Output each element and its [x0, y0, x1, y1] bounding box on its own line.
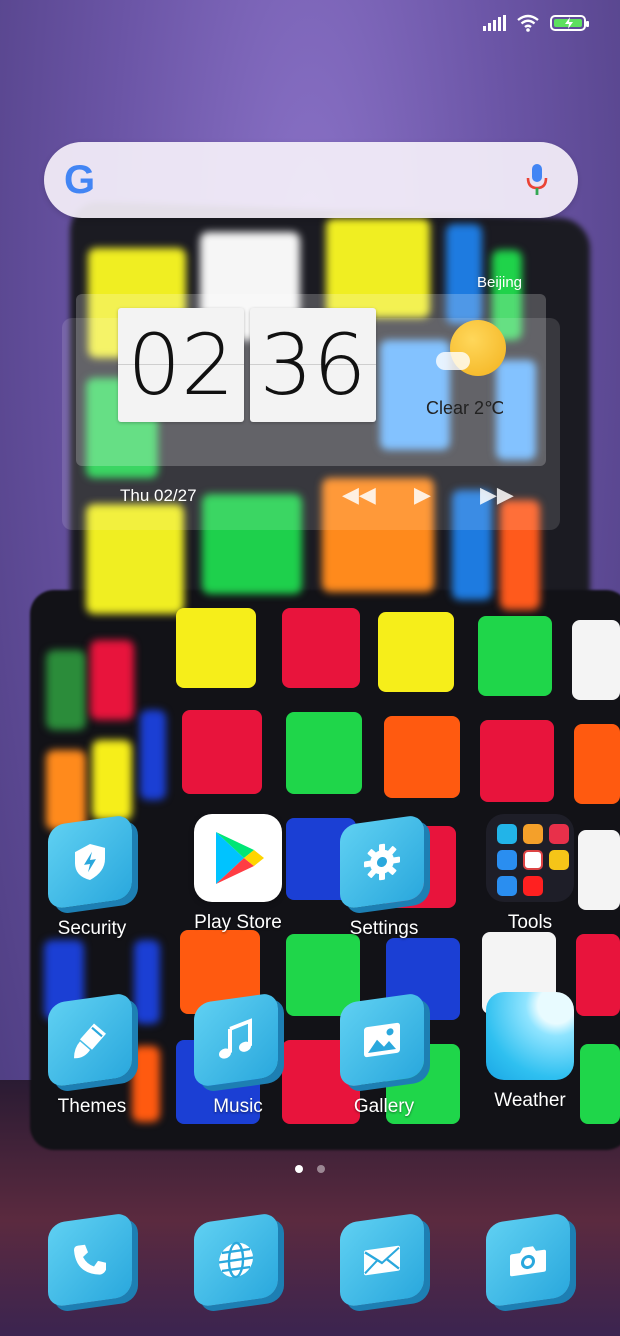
app-play-store[interactable]: Play Store — [178, 814, 298, 934]
page-dot[interactable] — [317, 1165, 326, 1173]
app-label: Gallery — [353, 1096, 415, 1117]
weather-icon — [486, 992, 574, 1080]
folder-tools[interactable]: Tools — [470, 814, 590, 934]
phone-icon — [74, 1244, 106, 1275]
app-settings[interactable]: Settings — [324, 814, 444, 940]
page-indicator — [0, 1160, 620, 1178]
play-store-icon — [216, 832, 264, 884]
app-gallery[interactable]: Gallery — [324, 992, 444, 1118]
app-label: Weather — [494, 1090, 566, 1111]
mail-icon — [364, 1245, 400, 1276]
city-label: Beijing — [476, 274, 522, 291]
app-security[interactable]: Security — [32, 814, 152, 940]
date-label: Thu 02/27 — [120, 486, 197, 505]
weather-text: Clear 2℃ — [426, 398, 505, 418]
app-label: Tools — [507, 912, 553, 933]
app-themes[interactable]: Themes — [32, 992, 152, 1118]
next-track-button[interactable]: ▶▶ — [480, 482, 514, 508]
clock-weather-widget[interactable]: Beijing 02 36 Clear 2℃ Thu 02/27 ◀◀ ▶ ▶▶ — [62, 274, 560, 530]
folder-icon — [486, 814, 574, 902]
previous-track-button[interactable]: ◀◀ — [342, 482, 376, 508]
browser-globe-icon — [219, 1241, 253, 1279]
app-label: Settings — [349, 918, 419, 939]
app-label: Music — [213, 1096, 263, 1117]
dock-phone[interactable] — [32, 1212, 152, 1308]
signal-icon — [483, 15, 506, 31]
app-weather[interactable]: Weather — [470, 992, 590, 1112]
app-music[interactable]: Music — [178, 992, 298, 1118]
clock-minute: 36 — [250, 308, 376, 422]
app-label: Security — [57, 918, 127, 939]
dock-browser[interactable] — [178, 1212, 298, 1308]
shield-icon — [75, 844, 105, 880]
music-note-icon — [219, 1018, 252, 1059]
google-logo: G — [64, 158, 96, 202]
status-bar — [483, 14, 589, 32]
app-label: Themes — [57, 1096, 127, 1117]
dock-camera[interactable] — [470, 1212, 590, 1308]
gear-icon — [364, 843, 400, 881]
wifi-icon — [517, 14, 539, 32]
widget-panel: Beijing 02 36 Clear 2℃ — [76, 274, 546, 466]
google-search-bar[interactable]: G — [44, 142, 578, 218]
app-label: Play Store — [194, 912, 282, 933]
dock-mail[interactable] — [324, 1212, 444, 1308]
battery-charging-icon — [550, 15, 589, 31]
mic-icon[interactable] — [526, 164, 548, 196]
cloud-icon — [436, 352, 470, 370]
image-icon — [364, 1022, 400, 1058]
page-dot-active[interactable] — [294, 1165, 303, 1173]
clock-hour: 02 — [118, 308, 244, 422]
brush-icon — [74, 1023, 106, 1059]
camera-icon — [510, 1246, 546, 1277]
play-button[interactable]: ▶ — [414, 482, 431, 508]
